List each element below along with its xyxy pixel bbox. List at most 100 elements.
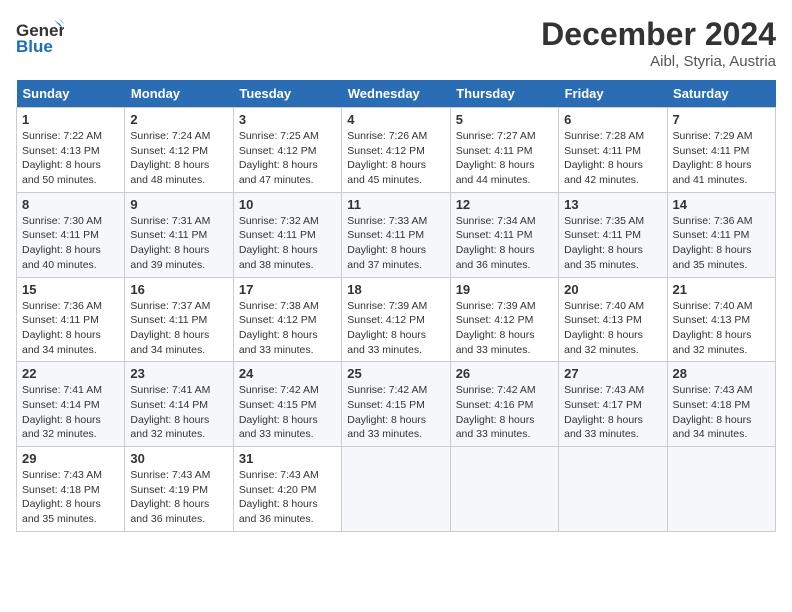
calendar-cell: 29 Sunrise: 7:43 AM Sunset: 4:18 PM Dayli… bbox=[17, 447, 125, 532]
day-detail: Sunrise: 7:43 AM Sunset: 4:20 PM Dayligh… bbox=[239, 468, 336, 527]
calendar-cell: 26 Sunrise: 7:42 AM Sunset: 4:16 PM Dayli… bbox=[450, 362, 558, 447]
day-detail: Sunrise: 7:43 AM Sunset: 4:18 PM Dayligh… bbox=[22, 468, 119, 527]
day-detail: Sunrise: 7:22 AM Sunset: 4:13 PM Dayligh… bbox=[22, 129, 119, 188]
calendar-cell: 7 Sunrise: 7:29 AM Sunset: 4:11 PM Daylig… bbox=[667, 108, 775, 193]
day-number: 11 bbox=[347, 197, 444, 212]
calendar-cell: 16 Sunrise: 7:37 AM Sunset: 4:11 PM Dayli… bbox=[125, 277, 233, 362]
weekday-header-sunday: Sunday bbox=[17, 80, 125, 108]
weekday-header-thursday: Thursday bbox=[450, 80, 558, 108]
day-number: 22 bbox=[22, 366, 119, 381]
day-detail: Sunrise: 7:25 AM Sunset: 4:12 PM Dayligh… bbox=[239, 129, 336, 188]
calendar-cell: 15Sunrise: 7:36 AM Sunset: 4:11 PM Dayli… bbox=[17, 277, 125, 362]
calendar-table: SundayMondayTuesdayWednesdayThursdayFrid… bbox=[16, 80, 776, 532]
month-year-title: December 2024 bbox=[541, 16, 776, 53]
calendar-cell: 13 Sunrise: 7:35 AM Sunset: 4:11 PM Dayli… bbox=[559, 192, 667, 277]
day-detail: Sunrise: 7:30 AM Sunset: 4:11 PM Dayligh… bbox=[22, 214, 119, 273]
calendar-cell: 17 Sunrise: 7:38 AM Sunset: 4:12 PM Dayli… bbox=[233, 277, 341, 362]
calendar-cell: 8Sunrise: 7:30 AM Sunset: 4:11 PM Daylig… bbox=[17, 192, 125, 277]
day-detail: Sunrise: 7:40 AM Sunset: 4:13 PM Dayligh… bbox=[673, 299, 770, 358]
calendar-cell: 9 Sunrise: 7:31 AM Sunset: 4:11 PM Daylig… bbox=[125, 192, 233, 277]
day-detail: Sunrise: 7:42 AM Sunset: 4:16 PM Dayligh… bbox=[456, 383, 553, 442]
day-detail: Sunrise: 7:29 AM Sunset: 4:11 PM Dayligh… bbox=[673, 129, 770, 188]
day-number: 10 bbox=[239, 197, 336, 212]
calendar-cell: 10 Sunrise: 7:32 AM Sunset: 4:11 PM Dayli… bbox=[233, 192, 341, 277]
calendar-cell: 23 Sunrise: 7:41 AM Sunset: 4:14 PM Dayli… bbox=[125, 362, 233, 447]
day-detail: Sunrise: 7:37 AM Sunset: 4:11 PM Dayligh… bbox=[130, 299, 227, 358]
calendar-cell bbox=[342, 447, 450, 532]
day-detail: Sunrise: 7:28 AM Sunset: 4:11 PM Dayligh… bbox=[564, 129, 661, 188]
day-detail: Sunrise: 7:39 AM Sunset: 4:12 PM Dayligh… bbox=[456, 299, 553, 358]
calendar-cell: 11Sunrise: 7:33 AM Sunset: 4:11 PM Dayli… bbox=[342, 192, 450, 277]
day-number: 23 bbox=[130, 366, 227, 381]
logo-icon: General Blue bbox=[16, 16, 64, 60]
calendar-cell: 14Sunrise: 7:36 AM Sunset: 4:11 PM Dayli… bbox=[667, 192, 775, 277]
day-number: 9 bbox=[130, 197, 227, 212]
calendar-cell: 22 Sunrise: 7:41 AM Sunset: 4:14 PM Dayli… bbox=[17, 362, 125, 447]
day-detail: Sunrise: 7:26 AM Sunset: 4:12 PM Dayligh… bbox=[347, 129, 444, 188]
calendar-cell: 6 Sunrise: 7:28 AM Sunset: 4:11 PM Daylig… bbox=[559, 108, 667, 193]
day-number: 16 bbox=[130, 282, 227, 297]
day-number: 4 bbox=[347, 112, 444, 127]
calendar-cell bbox=[450, 447, 558, 532]
day-detail: Sunrise: 7:35 AM Sunset: 4:11 PM Dayligh… bbox=[564, 214, 661, 273]
day-detail: Sunrise: 7:38 AM Sunset: 4:12 PM Dayligh… bbox=[239, 299, 336, 358]
calendar-cell: 27Sunrise: 7:43 AM Sunset: 4:17 PM Dayli… bbox=[559, 362, 667, 447]
logo: General Blue bbox=[16, 16, 64, 60]
calendar-cell: 31 Sunrise: 7:43 AM Sunset: 4:20 PM Dayli… bbox=[233, 447, 341, 532]
calendar-cell: 28 Sunrise: 7:43 AM Sunset: 4:18 PM Dayli… bbox=[667, 362, 775, 447]
day-number: 5 bbox=[456, 112, 553, 127]
day-number: 30 bbox=[130, 451, 227, 466]
day-number: 1 bbox=[22, 112, 119, 127]
calendar-cell: 3Sunrise: 7:25 AM Sunset: 4:12 PM Daylig… bbox=[233, 108, 341, 193]
calendar-body: 1 Sunrise: 7:22 AM Sunset: 4:13 PM Daylig… bbox=[17, 108, 776, 532]
day-number: 26 bbox=[456, 366, 553, 381]
day-detail: Sunrise: 7:42 AM Sunset: 4:15 PM Dayligh… bbox=[239, 383, 336, 442]
day-number: 7 bbox=[673, 112, 770, 127]
day-number: 6 bbox=[564, 112, 661, 127]
calendar-cell: 25Sunrise: 7:42 AM Sunset: 4:15 PM Dayli… bbox=[342, 362, 450, 447]
day-detail: Sunrise: 7:27 AM Sunset: 4:11 PM Dayligh… bbox=[456, 129, 553, 188]
calendar-cell: 24 Sunrise: 7:42 AM Sunset: 4:15 PM Dayli… bbox=[233, 362, 341, 447]
day-number: 21 bbox=[673, 282, 770, 297]
day-detail: Sunrise: 7:39 AM Sunset: 4:12 PM Dayligh… bbox=[347, 299, 444, 358]
calendar-week-row: 15Sunrise: 7:36 AM Sunset: 4:11 PM Dayli… bbox=[17, 277, 776, 362]
location-subtitle: Aibl, Styria, Austria bbox=[541, 53, 776, 70]
weekday-header-friday: Friday bbox=[559, 80, 667, 108]
calendar-week-row: 1 Sunrise: 7:22 AM Sunset: 4:13 PM Daylig… bbox=[17, 108, 776, 193]
day-detail: Sunrise: 7:41 AM Sunset: 4:14 PM Dayligh… bbox=[130, 383, 227, 442]
calendar-cell: 12 Sunrise: 7:34 AM Sunset: 4:11 PM Dayli… bbox=[450, 192, 558, 277]
calendar-week-row: 22 Sunrise: 7:41 AM Sunset: 4:14 PM Dayli… bbox=[17, 362, 776, 447]
day-number: 28 bbox=[673, 366, 770, 381]
day-number: 17 bbox=[239, 282, 336, 297]
title-block: December 2024 Aibl, Styria, Austria bbox=[541, 16, 776, 70]
day-detail: Sunrise: 7:41 AM Sunset: 4:14 PM Dayligh… bbox=[22, 383, 119, 442]
day-detail: Sunrise: 7:42 AM Sunset: 4:15 PM Dayligh… bbox=[347, 383, 444, 442]
day-detail: Sunrise: 7:36 AM Sunset: 4:11 PM Dayligh… bbox=[673, 214, 770, 273]
calendar-cell bbox=[559, 447, 667, 532]
day-number: 24 bbox=[239, 366, 336, 381]
weekday-header-monday: Monday bbox=[125, 80, 233, 108]
calendar-cell: 21 Sunrise: 7:40 AM Sunset: 4:13 PM Dayli… bbox=[667, 277, 775, 362]
page-header: General Blue December 2024 Aibl, Styria,… bbox=[16, 16, 776, 70]
day-number: 29 bbox=[22, 451, 119, 466]
day-number: 27 bbox=[564, 366, 661, 381]
calendar-cell: 30 Sunrise: 7:43 AM Sunset: 4:19 PM Dayli… bbox=[125, 447, 233, 532]
day-detail: Sunrise: 7:43 AM Sunset: 4:19 PM Dayligh… bbox=[130, 468, 227, 527]
day-detail: Sunrise: 7:40 AM Sunset: 4:13 PM Dayligh… bbox=[564, 299, 661, 358]
calendar-cell: 20 Sunrise: 7:40 AM Sunset: 4:13 PM Dayli… bbox=[559, 277, 667, 362]
day-detail: Sunrise: 7:43 AM Sunset: 4:18 PM Dayligh… bbox=[673, 383, 770, 442]
day-detail: Sunrise: 7:31 AM Sunset: 4:11 PM Dayligh… bbox=[130, 214, 227, 273]
calendar-week-row: 29 Sunrise: 7:43 AM Sunset: 4:18 PM Dayli… bbox=[17, 447, 776, 532]
day-number: 31 bbox=[239, 451, 336, 466]
day-detail: Sunrise: 7:24 AM Sunset: 4:12 PM Dayligh… bbox=[130, 129, 227, 188]
calendar-cell: 18 Sunrise: 7:39 AM Sunset: 4:12 PM Dayli… bbox=[342, 277, 450, 362]
calendar-header-row: SundayMondayTuesdayWednesdayThursdayFrid… bbox=[17, 80, 776, 108]
day-number: 12 bbox=[456, 197, 553, 212]
calendar-cell bbox=[667, 447, 775, 532]
day-number: 13 bbox=[564, 197, 661, 212]
day-detail: Sunrise: 7:34 AM Sunset: 4:11 PM Dayligh… bbox=[456, 214, 553, 273]
day-number: 18 bbox=[347, 282, 444, 297]
day-detail: Sunrise: 7:32 AM Sunset: 4:11 PM Dayligh… bbox=[239, 214, 336, 273]
weekday-header-wednesday: Wednesday bbox=[342, 80, 450, 108]
day-number: 20 bbox=[564, 282, 661, 297]
